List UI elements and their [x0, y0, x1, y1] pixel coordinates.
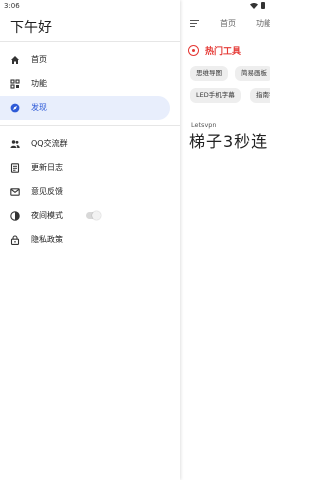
tab-home[interactable]: 首页	[220, 18, 236, 29]
top-bar: 首页 功能	[180, 12, 270, 34]
drawer-item-label: 发现	[31, 103, 47, 112]
chip-mindmap[interactable]: 思维导图	[190, 66, 228, 81]
drawer-item-changelog[interactable]: 更新日志	[0, 156, 170, 180]
drawer-item-label: 首页	[31, 55, 47, 64]
wifi-icon	[250, 2, 258, 9]
drawer-item-label: 功能	[31, 79, 47, 88]
status-icons	[250, 2, 265, 9]
status-bar: 3:06	[0, 0, 270, 12]
background-app: 首页 功能 热门工具 思维导图 简易画板 LED手机字幕 指南针 Letsvpn…	[180, 0, 270, 480]
divider	[0, 41, 180, 42]
drawer-item-label: 更新日志	[31, 163, 63, 172]
mail-icon	[10, 188, 20, 196]
hot-tools-header: 热门工具	[188, 44, 241, 57]
drawer-item-label: 夜间模式	[31, 211, 63, 220]
chip-compass[interactable]: 指南针	[250, 88, 270, 103]
navigation-drawer: 下午好 首页 功能 发现 QQ交流群 更新日志 意见反馈 夜间模式 隐私政策	[0, 0, 180, 480]
hot-icon	[188, 45, 199, 56]
lock-icon	[10, 235, 20, 245]
drawer-item-features[interactable]: 功能	[0, 72, 170, 96]
compass-icon	[10, 103, 20, 113]
battery-icon	[261, 2, 265, 9]
drawer-item-label: 意见反馈	[31, 187, 63, 196]
drawer-item-label: QQ交流群	[31, 139, 68, 148]
chip-led-subtitle[interactable]: LED手机字幕	[190, 88, 241, 103]
log-icon	[10, 163, 20, 173]
drawer-item-night-mode[interactable]: 夜间模式	[0, 204, 170, 228]
drawer-item-discover[interactable]: 发现	[0, 96, 170, 120]
night-mode-toggle[interactable]	[86, 211, 101, 220]
drawer-item-qq-group[interactable]: QQ交流群	[0, 132, 170, 156]
status-time: 3:06	[4, 2, 20, 10]
drawer-item-label: 隐私政策	[31, 235, 63, 244]
menu-icon[interactable]	[190, 20, 199, 28]
ad-text[interactable]: 梯子3秒连 无	[189, 128, 270, 152]
greeting-title: 下午好	[10, 20, 52, 36]
chip-drawing-board[interactable]: 简易画板	[235, 66, 270, 81]
tab-features[interactable]: 功能	[256, 18, 270, 29]
drawer-item-feedback[interactable]: 意见反馈	[0, 180, 170, 204]
group-icon	[10, 140, 20, 148]
drawer-item-privacy[interactable]: 隐私政策	[0, 228, 170, 252]
divider	[0, 125, 180, 126]
grid-icon	[10, 79, 20, 89]
screen: 首页 功能 热门工具 思维导图 简易画板 LED手机字幕 指南针 Letsvpn…	[0, 0, 270, 480]
drawer-item-home[interactable]: 首页	[0, 48, 170, 72]
home-icon	[11, 56, 19, 64]
section-title: 热门工具	[205, 47, 242, 57]
contrast-icon	[10, 211, 20, 221]
